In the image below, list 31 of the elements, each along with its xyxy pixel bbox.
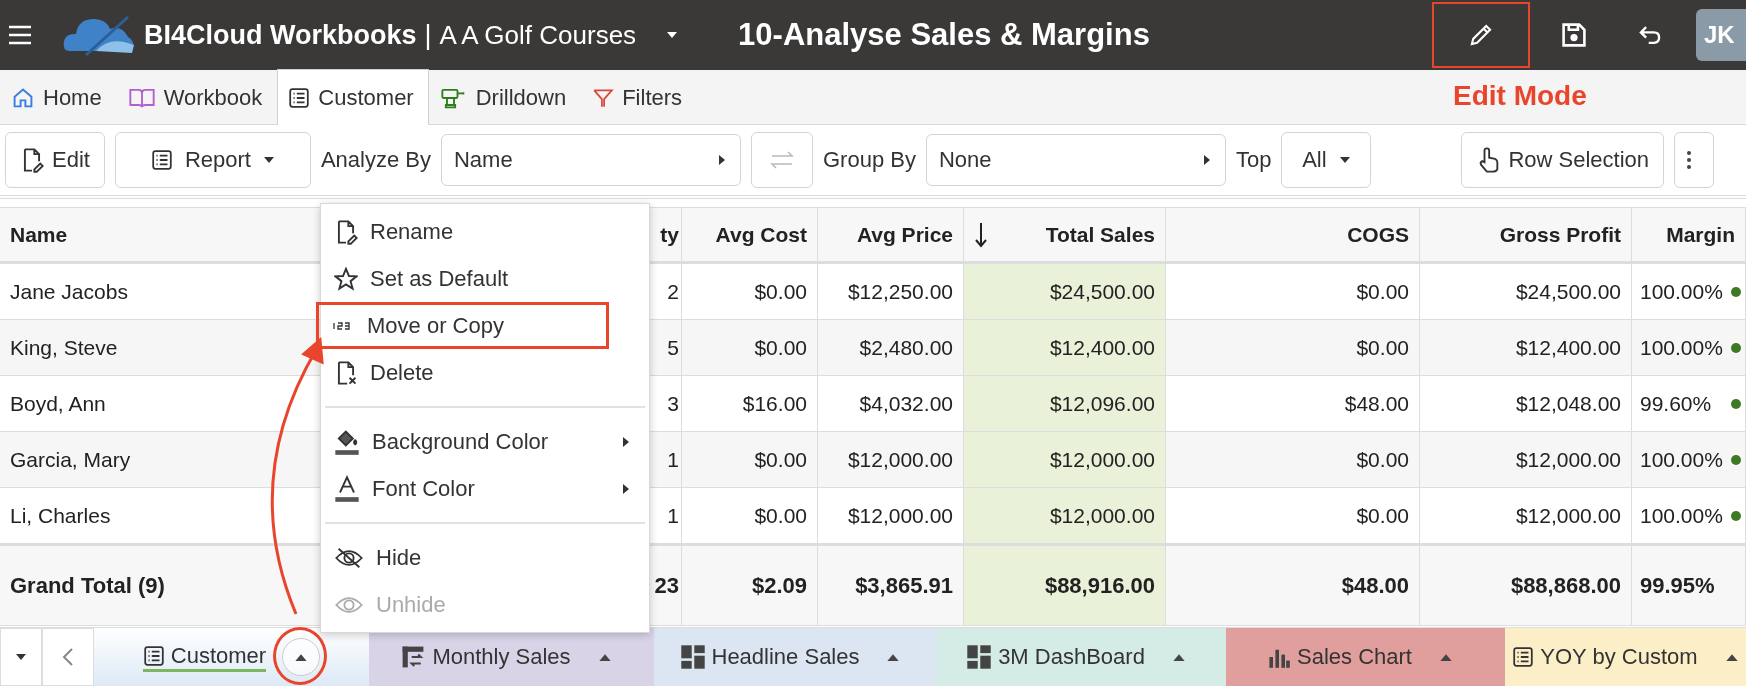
- table-cell: $12,000.00: [964, 488, 1166, 544]
- table-cell: $0.00: [682, 432, 818, 488]
- total-cell: $88,916.00: [964, 544, 1166, 626]
- table-cell: $12,000.00: [818, 432, 964, 488]
- table-cell: 100.00%: [1632, 432, 1746, 488]
- analyze-by-label: Analyze By: [320, 147, 431, 173]
- table-cell: $12,400.00: [964, 320, 1166, 376]
- table-cell: $12,000.00: [1420, 432, 1632, 488]
- table-cell: 100.00%: [1632, 320, 1746, 376]
- total-cell: $2.09: [682, 544, 818, 626]
- table-cell: $0.00: [1166, 432, 1420, 488]
- table-cell: $0.00: [1166, 320, 1420, 376]
- table-cell: $0.00: [682, 320, 818, 376]
- total-cell: 23: [650, 544, 682, 626]
- total-cell: 99.95%: [1632, 544, 1746, 626]
- top-label: Top: [1235, 147, 1272, 173]
- group-by-label: Group By: [823, 147, 916, 173]
- table-cell: $2,480.00: [818, 320, 964, 376]
- table-cell: 5: [650, 320, 682, 376]
- total-cell: $48.00: [1166, 544, 1420, 626]
- annotation-label: Edit Mode: [1453, 80, 1587, 112]
- title-separator: |: [424, 19, 432, 51]
- report-title: 10-Analyse Sales & Margins: [738, 17, 1150, 53]
- table-cell: $12,400.00: [1420, 320, 1632, 376]
- total-cell: $3,865.91: [818, 544, 964, 626]
- total-cell: $88,868.00: [1420, 544, 1632, 626]
- table-cell: $24,500.00: [964, 264, 1166, 320]
- app-name: BI4Cloud Workbooks: [144, 19, 417, 51]
- table-cell: $12,096.00: [964, 376, 1166, 432]
- table-cell: $12,000.00: [964, 432, 1166, 488]
- table-cell: 1: [650, 432, 682, 488]
